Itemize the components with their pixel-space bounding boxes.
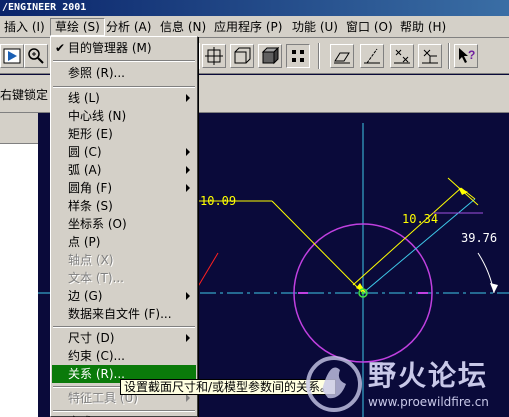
hidden-line-button[interactable] (230, 44, 254, 68)
plane-toggle-icon (334, 52, 350, 64)
menu-constrain[interactable]: 约束 (C)... (52, 347, 196, 365)
dim-line-1 (271, 200, 364, 294)
svg-text:?: ? (468, 48, 475, 62)
wildfire-logo-icon (306, 356, 362, 412)
menu-arc[interactable]: 弧 (A) (52, 161, 196, 179)
menu-analysis[interactable]: 分析 (A) (102, 18, 155, 36)
submenu-arrow-icon (186, 292, 190, 300)
hidden-line-icon (234, 47, 251, 64)
datum-axis-toggle[interactable] (360, 44, 384, 68)
model-tree[interactable] (0, 143, 38, 417)
menu-applications[interactable]: 应用程序 (P) (210, 18, 286, 36)
dimension-d2[interactable]: 10.34 (402, 212, 438, 226)
menu-dimension[interactable]: 尺寸 (D) (52, 329, 196, 347)
menu-line[interactable]: 线 (L) (52, 89, 196, 107)
menu-insert[interactable]: 插入 (I) (0, 18, 49, 36)
play-icon (3, 48, 21, 64)
shading-button[interactable] (258, 44, 282, 68)
menu-text: 文本 (T)... (68, 271, 124, 285)
check-icon: ✔ (55, 41, 66, 55)
zoom-icon (28, 48, 44, 64)
play-button[interactable] (0, 44, 24, 68)
sketch-menu: ✔ 目的管理器 (M) 参照 (R)... 线 (L) 中心线 (N) 矩形 (… (50, 36, 198, 417)
menu-done[interactable]: 完成 (52, 413, 196, 417)
whats-this-button[interactable]: ? (454, 44, 478, 68)
menu-spline[interactable]: 样条 (S) (52, 197, 196, 215)
menu-data-from-file[interactable]: 数据来自文件 (F)... (52, 305, 196, 323)
point-toggle-icon (394, 49, 410, 64)
dim-line-2 (352, 187, 462, 286)
menu-info[interactable]: 信息 (N) (156, 18, 210, 36)
submenu-arrow-icon (186, 334, 190, 342)
coordsys-toggle[interactable] (418, 44, 442, 68)
menu-sketch[interactable]: 草绘 (S) (50, 18, 105, 36)
watermark-url: www.proewildfire.cn (368, 395, 489, 409)
dimension-d1[interactable]: 10.09 (200, 194, 236, 208)
submenu-arrow-icon (186, 148, 190, 156)
submenu-arrow-icon (186, 166, 190, 174)
angle-arrow (490, 283, 498, 293)
menu-axis-point: 轴点 (X) (68, 253, 114, 267)
help-arrow-icon: ? (459, 48, 475, 63)
menu-edge[interactable]: 边 (G) (52, 287, 196, 305)
menu-utilities[interactable]: 功能 (U) (288, 18, 342, 36)
menu-intent-manager[interactable]: ✔ 目的管理器 (M) (52, 39, 196, 57)
menu-help[interactable]: 帮助 (H) (396, 18, 450, 36)
menu-bar: 插入 (I) 草绘 (S) 分析 (A) 信息 (N) 应用程序 (P) 功能 … (0, 16, 509, 38)
menu-coordsys[interactable]: 坐标系 (O) (52, 215, 196, 233)
submenu-arrow-icon (186, 184, 190, 192)
menu-circle[interactable]: 圆 (C) (52, 143, 196, 161)
watermark-title: 野火论坛 (368, 359, 489, 392)
window-title: /ENGINEER 2001 (0, 0, 509, 16)
menu-point[interactable]: 点 (P) (52, 233, 196, 251)
menu-fillet[interactable]: 圆角 (F) (52, 179, 196, 197)
datum-plane-icon (205, 47, 223, 65)
grid-icon (292, 50, 304, 62)
forum-watermark: 野火论坛 www.proewildfire.cn (300, 350, 509, 417)
model-tree-panel (0, 113, 38, 417)
submenu-arrow-icon (186, 394, 190, 402)
coordsys-toggle-icon (422, 49, 438, 64)
submenu-arrow-icon (186, 94, 190, 102)
shading-icon (261, 47, 279, 65)
menu-centerline[interactable]: 中心线 (N) (52, 107, 196, 125)
zoom-button[interactable] (24, 44, 48, 68)
dim-arrow-1 (458, 187, 468, 195)
right-click-lock-label: 右键锁定 (0, 88, 49, 102)
menu-window[interactable]: 窗口 (O) (342, 18, 397, 36)
axis-toggle-icon (364, 48, 380, 64)
datum-plane-toggle[interactable] (330, 44, 354, 68)
dimension-d3[interactable]: 39.76 (461, 231, 497, 245)
datum-plane-button[interactable] (202, 44, 226, 68)
datum-point-toggle[interactable] (390, 44, 414, 68)
grid-button[interactable] (286, 44, 310, 68)
menu-rectangle[interactable]: 矩形 (E) (52, 125, 196, 143)
menu-references[interactable]: 参照 (R)... (52, 64, 196, 82)
